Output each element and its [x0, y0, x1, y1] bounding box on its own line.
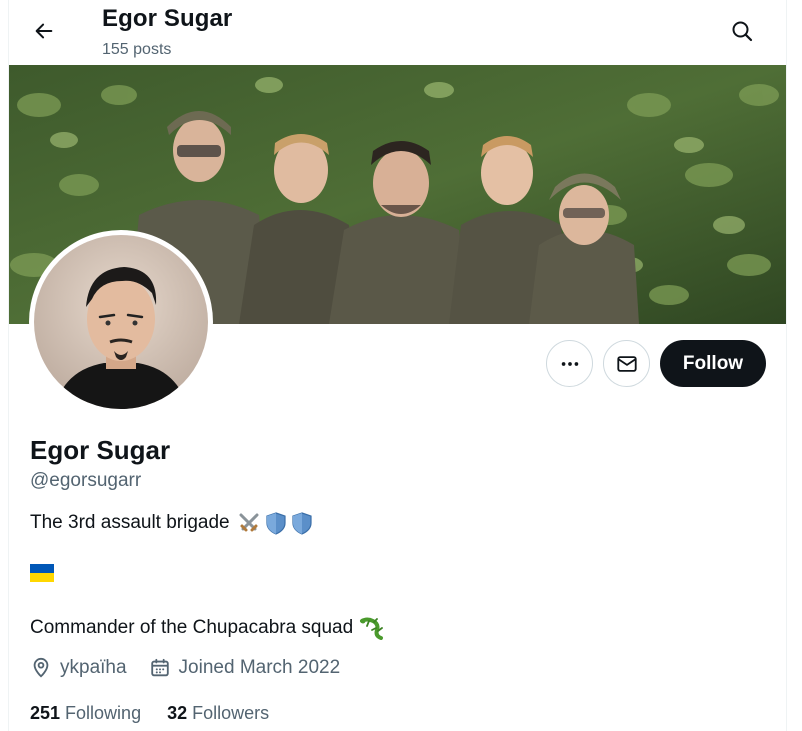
- following-count: 251: [30, 703, 61, 723]
- followers-label: Followers: [192, 703, 270, 723]
- following-link[interactable]: 251 Following: [30, 703, 141, 724]
- post-count: 155 posts: [102, 41, 172, 58]
- followers-link[interactable]: 32 Followers: [167, 703, 269, 724]
- join-date-text: Joined March 2022: [178, 657, 341, 678]
- following-label: Following: [65, 703, 142, 723]
- profile-name: Egor Sugar: [30, 435, 171, 465]
- more-button[interactable]: [546, 340, 593, 387]
- shield-emoji: [265, 511, 287, 535]
- profile-header: Egor Sugar 155 posts: [9, 0, 786, 65]
- frame-border-right: [786, 0, 787, 731]
- lizard-emoji: [359, 616, 385, 640]
- followers-count: 32: [167, 703, 188, 723]
- location: ykpaïha: [30, 657, 127, 679]
- join-date: Joined March 2022: [149, 657, 341, 679]
- bio-line-2: [30, 564, 54, 582]
- back-button[interactable]: [27, 14, 61, 48]
- location-text: ykpaïha: [60, 657, 127, 678]
- follow-button[interactable]: Follow: [660, 340, 766, 387]
- crossed-swords-emoji: [237, 511, 261, 535]
- envelope-icon: [616, 355, 637, 372]
- bio-text-1: The 3rd assault brigade: [30, 512, 230, 533]
- profile-handle: @egorsugarr: [30, 470, 142, 491]
- shield-emoji: [291, 511, 313, 535]
- avatar-photo: [34, 235, 208, 409]
- more-horizontal-icon: [561, 361, 578, 366]
- follow-stats: 251 Following 32 Followers: [30, 703, 269, 724]
- profile-meta: ykpaïha Joined March 2022: [30, 657, 340, 679]
- search-button[interactable]: [725, 14, 759, 48]
- message-button[interactable]: [603, 340, 650, 387]
- bio-line-3: Commander of the Chupacabra squad: [30, 616, 385, 640]
- arrow-left-icon: [35, 23, 53, 39]
- calendar-icon: [150, 658, 169, 677]
- location-pin-icon: [33, 657, 49, 678]
- avatar[interactable]: [29, 230, 213, 414]
- bio-text-3: Commander of the Chupacabra squad: [30, 617, 354, 638]
- header-title: Egor Sugar: [102, 5, 233, 32]
- bio-line-1: The 3rd assault brigade: [30, 511, 313, 535]
- search-icon: [732, 21, 753, 42]
- ukraine-flag-emoji: [30, 564, 54, 582]
